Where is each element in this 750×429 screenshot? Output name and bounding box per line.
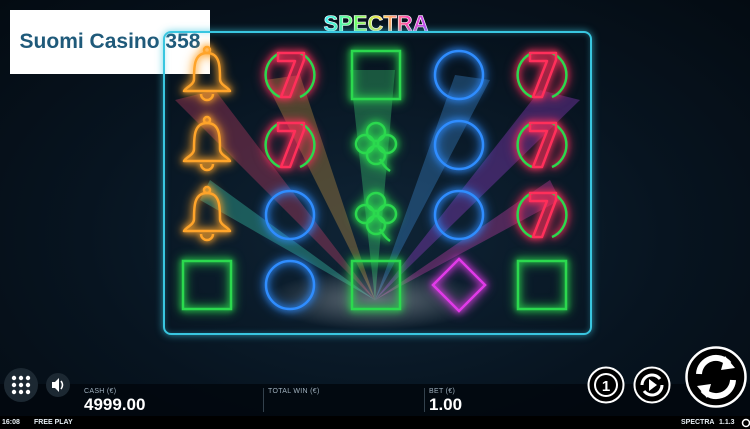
play-mode: FREE PLAY — [34, 419, 73, 426]
panel-divider — [424, 388, 425, 412]
bet-coin-icon[interactable]: 1 — [587, 366, 625, 404]
clock-time: 16:08 — [2, 419, 20, 426]
square-symbol-icon — [502, 255, 582, 315]
cash-label: CASH (€) — [84, 388, 117, 395]
circle-symbol-icon — [250, 255, 330, 315]
circle-symbol-icon — [419, 115, 499, 175]
panel-divider — [263, 388, 264, 412]
menu-grid-icon[interactable] — [3, 367, 39, 403]
settings-gear-icon[interactable] — [741, 418, 750, 428]
square-symbol-icon — [336, 45, 416, 105]
seven-symbol-icon — [502, 45, 582, 105]
square-symbol-icon — [167, 255, 247, 315]
seven-symbol-icon — [502, 115, 582, 175]
circle-symbol-icon — [419, 185, 499, 245]
spin-button-icon[interactable] — [685, 346, 747, 408]
seven-symbol-icon — [250, 115, 330, 175]
autoplay-icon[interactable] — [633, 366, 671, 404]
cash-value: 4999.00 — [84, 395, 146, 414]
bet-label: BET (€) — [429, 388, 456, 395]
game-name: SPECTRA — [681, 419, 715, 426]
circle-symbol-icon — [419, 45, 499, 105]
clover-symbol-icon — [336, 115, 416, 175]
seven-symbol-icon — [502, 185, 582, 245]
clover-symbol-icon — [336, 185, 416, 245]
status-bar — [0, 416, 750, 429]
bet-value: 1.00 — [429, 395, 463, 414]
bell-symbol-icon — [167, 45, 247, 105]
diamond-symbol-icon — [419, 255, 499, 315]
game-stage: Suomi Casino 358 SPECTRA CASH (€) 4999.0… — [0, 0, 750, 429]
seven-symbol-icon — [250, 45, 330, 105]
bell-symbol-icon — [167, 185, 247, 245]
sound-speaker-icon[interactable] — [45, 372, 71, 398]
square-symbol-icon — [336, 255, 416, 315]
bell-symbol-icon — [167, 115, 247, 175]
svg-text:1: 1 — [602, 378, 610, 395]
total-win-label: TOTAL WIN (€) — [268, 388, 320, 395]
game-version: 1.1.3 — [719, 419, 735, 426]
circle-symbol-icon — [250, 185, 330, 245]
